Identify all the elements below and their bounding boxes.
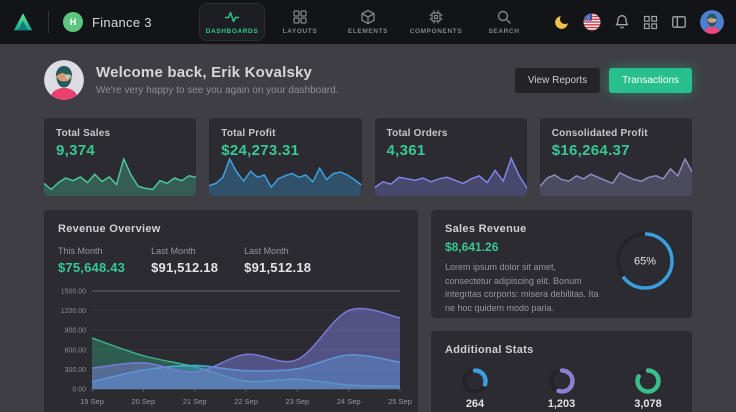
x-axis-label: 21 Sep [183, 397, 207, 406]
y-axis-tick: 0.00 [72, 387, 86, 394]
dark-mode-moon-icon[interactable] [553, 14, 570, 31]
donut-percent-label: 65% [634, 256, 656, 268]
page-content: Welcome back, Erik Kovalsky We're very h… [0, 44, 736, 412]
total-profit-sparkline [209, 152, 361, 196]
apps-grid-icon[interactable] [643, 15, 658, 30]
x-axis-label: 24 Sep [337, 397, 361, 406]
brand-badge: H [63, 12, 83, 32]
user-avatar[interactable] [700, 10, 724, 34]
x-axis-label: 23 Sep [285, 397, 309, 406]
nav-item-elements[interactable]: ELEMENTS [335, 3, 401, 41]
revenue-overview-card: Revenue Overview This Month $75,648.43 Las… [44, 210, 418, 412]
activity-icon [224, 9, 240, 25]
box-icon [360, 9, 376, 25]
additional-stats-donuts: 264 1,203 3,078 [445, 367, 678, 410]
revenue-stat-label: Last Month [244, 246, 311, 256]
stat-card-total-profit: Total Profit$24,273.31 [209, 118, 361, 196]
search-icon [496, 9, 512, 25]
purple-series-area [92, 309, 400, 389]
revenue-stat: This Month $75,648.43 [58, 246, 125, 275]
revenue-stat-label: Last Month [151, 246, 218, 256]
welcome-section: Welcome back, Erik Kovalsky We're very h… [44, 60, 692, 100]
stats-row: Total Sales9,374Total Profit$24,273.31To… [44, 118, 692, 196]
total-orders-sparkline [375, 152, 527, 196]
navbar-actions [553, 10, 724, 34]
x-axis-label: 22 Sep [234, 397, 258, 406]
additional-stat-donut [461, 367, 489, 395]
sales-revenue-donut: 65% [614, 230, 676, 292]
view-reports-button[interactable]: View Reports [515, 68, 600, 93]
stat-card-consolidated-profit: Consolidated Profit$16,264.37 [540, 118, 692, 196]
nav-item-label: SEARCH [488, 28, 519, 35]
brand-group: H Finance 3 [12, 11, 152, 33]
nav-item-label: COMPONENTS [410, 28, 463, 35]
sales-revenue-description: Lorem ipsum dolor sit amet, consectetur … [445, 261, 599, 315]
main-row: Revenue Overview This Month $75,648.43 Las… [44, 210, 692, 412]
navbar-divider [48, 11, 49, 33]
y-axis-tick: 900.00 [65, 328, 87, 335]
additional-stat-value: 1,203 [548, 398, 576, 410]
cpu-icon [428, 9, 444, 25]
nav-item-search[interactable]: SEARCH [471, 3, 537, 41]
revenue-overview-chart: 0.00 300.00 600.00 900.00 1200.00 1500.00 19 S… [58, 285, 404, 411]
nav-item-layouts[interactable]: LAYOUTS [267, 3, 333, 41]
additional-stat-value: 3,078 [634, 398, 662, 410]
nav-item-label: LAYOUTS [283, 28, 318, 35]
welcome-subtitle: We're very happy to see you again on you… [96, 85, 338, 96]
stat-card-label: Total Sales [56, 128, 184, 139]
y-axis-tick: 600.00 [65, 347, 87, 354]
total-sales-sparkline [44, 152, 196, 196]
welcome-text: Welcome back, Erik Kovalsky We're very h… [96, 64, 338, 96]
notifications-bell-icon[interactable] [614, 14, 630, 30]
revenue-stat-value: $91,512.18 [244, 260, 311, 275]
y-axis-tick: 300.00 [65, 367, 87, 374]
x-axis-label: 19 Sep [80, 397, 104, 406]
y-axis-tick: 1500.00 [61, 289, 86, 296]
right-column: Sales Revenue $8,641.26 Lorem ipsum dolo… [431, 210, 692, 412]
sidebar-panel-icon[interactable] [671, 14, 687, 30]
transactions-button[interactable]: Transactions [609, 68, 692, 93]
additional-stats-card: Additional Stats 264 1,203 3,078 [431, 331, 692, 412]
nav-item-components[interactable]: COMPONENTS [403, 3, 469, 41]
top-navbar: H Finance 3 DASHBOARDS LAYOUTS ELEMENTS COM… [0, 0, 736, 44]
layout-grid-icon [292, 9, 308, 25]
app-logo-icon[interactable] [12, 11, 34, 33]
revenue-stat: Last Month $91,512.18 [151, 246, 218, 275]
stat-card-label: Total Orders [387, 128, 515, 139]
nav-item-label: DASHBOARDS [206, 28, 259, 35]
revenue-overview-title: Revenue Overview [58, 223, 404, 235]
stat-card-total-sales: Total Sales9,374 [44, 118, 196, 196]
additional-stat-item: 1,203 [548, 367, 576, 410]
welcome-actions: View Reports Transactions [515, 68, 692, 93]
stat-card-total-orders: Total Orders4,361 [375, 118, 527, 196]
x-axis-label: 20 Sep [131, 397, 155, 406]
nav-item-label: ELEMENTS [348, 28, 388, 35]
main-nav: DASHBOARDS LAYOUTS ELEMENTS COMPONENTS SEARC… [199, 0, 537, 44]
sales-revenue-card: Sales Revenue $8,641.26 Lorem ipsum dolo… [431, 210, 692, 318]
x-axis-label: 25 Sep [388, 397, 412, 406]
additional-stat-donut [548, 367, 576, 395]
consolidated-profit-sparkline [540, 152, 692, 196]
welcome-title: Welcome back, Erik Kovalsky [96, 64, 338, 81]
brand-title: Finance 3 [92, 15, 152, 30]
language-flag-us-icon[interactable] [583, 13, 601, 31]
revenue-stat-value: $91,512.18 [151, 260, 218, 275]
welcome-avatar [44, 60, 84, 100]
revenue-stat-label: This Month [58, 246, 125, 256]
revenue-stats: This Month $75,648.43 Last Month $91,512.18… [58, 246, 404, 275]
revenue-stat: Last Month $91,512.18 [244, 246, 311, 275]
stat-card-label: Total Profit [221, 128, 349, 139]
nav-item-dashboards[interactable]: DASHBOARDS [199, 3, 265, 41]
y-axis-tick: 1200.00 [61, 308, 86, 315]
additional-stat-item: 3,078 [634, 367, 662, 410]
additional-stat-donut [634, 367, 662, 395]
stat-card-label: Consolidated Profit [552, 128, 680, 139]
additional-stat-item: 264 [461, 367, 489, 410]
revenue-stat-value: $75,648.43 [58, 260, 125, 275]
additional-stats-title: Additional Stats [445, 344, 678, 356]
additional-stat-value: 264 [466, 398, 484, 410]
